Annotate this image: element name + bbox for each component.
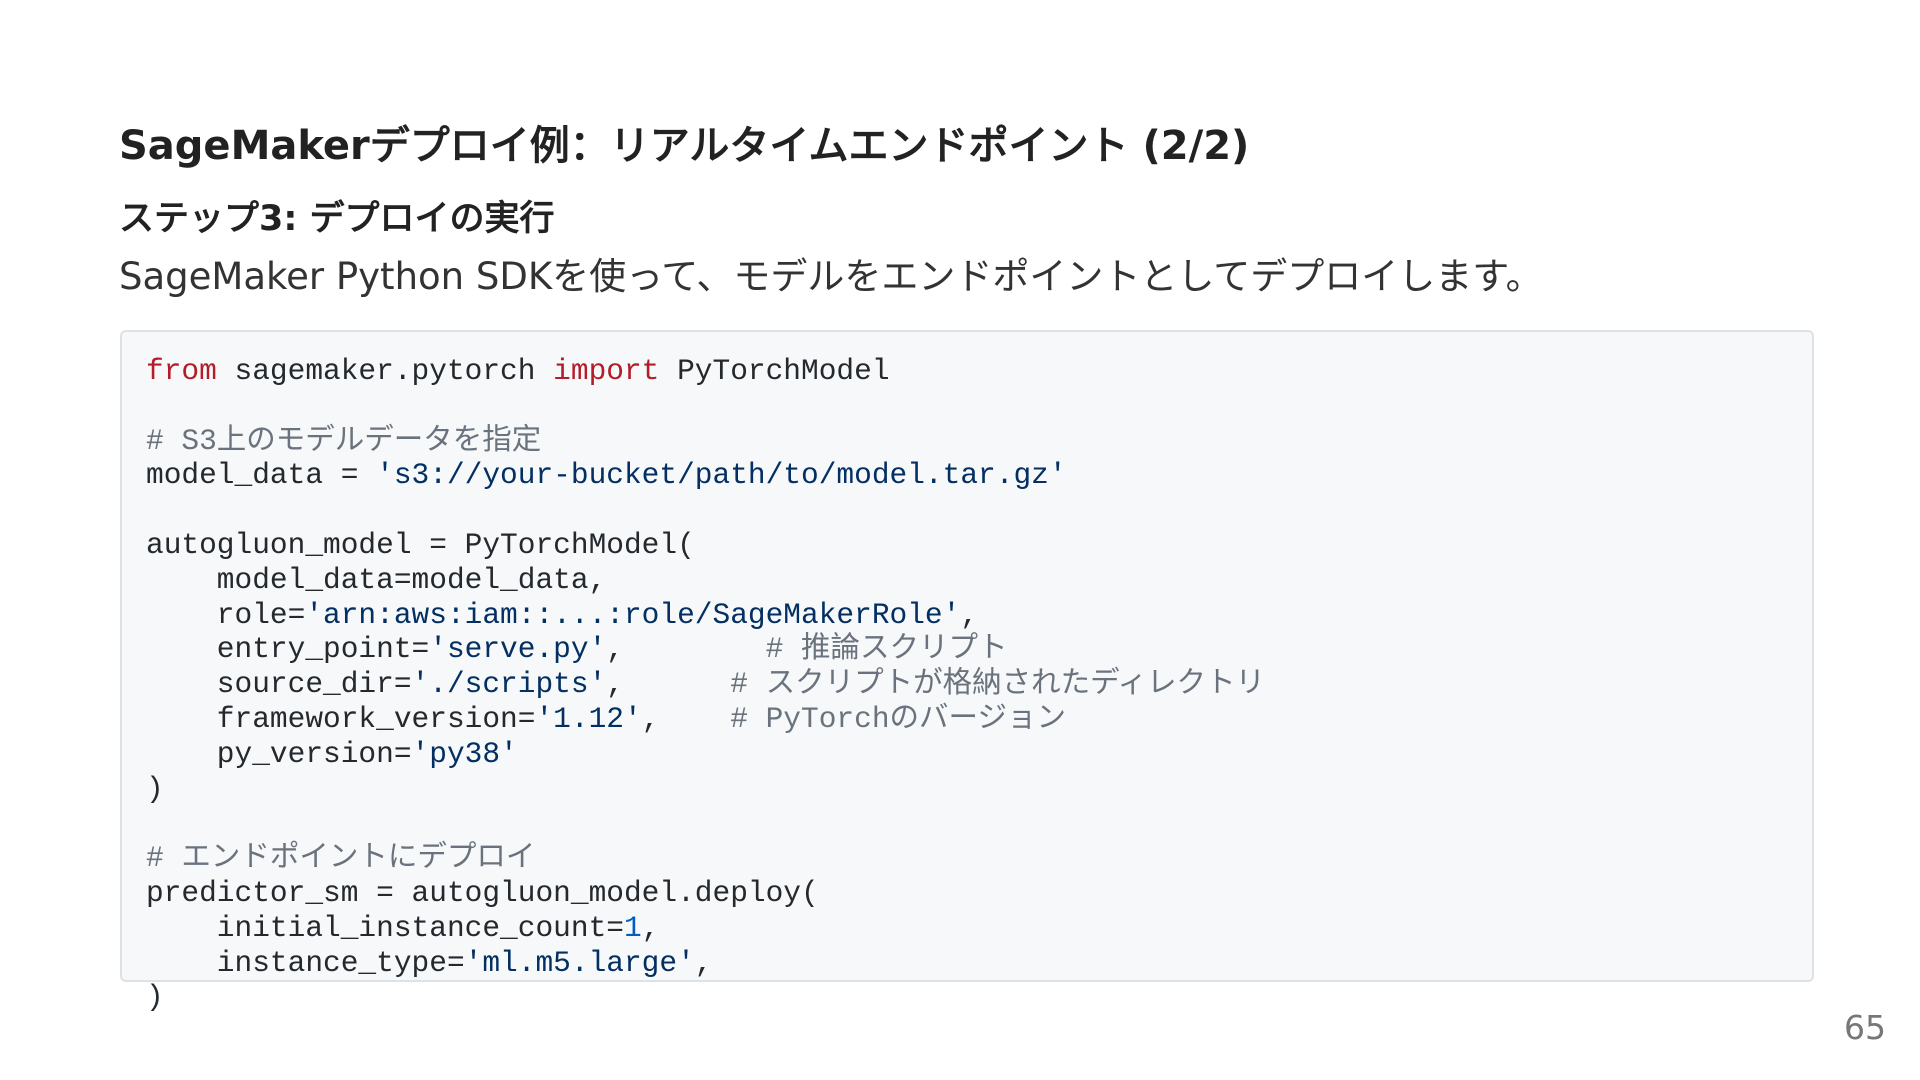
code-token-plain: sagemaker.pytorch: [216, 354, 554, 388]
code-token-str: 'arn:aws:iam::...:role/SageMakerRole': [305, 597, 961, 632]
code-token-comment: # S3上のモデルデータを指定: [146, 423, 542, 458]
code-token-plain: autogluon_model = PyTorchModel(: [146, 527, 695, 562]
code-token-plain: ,: [606, 632, 766, 667]
slide-title: SageMakerデプロイ例：リアルタイムエンドポイント (2/2): [119, 123, 1250, 169]
code-token-plain: instance_type=: [146, 945, 465, 980]
code-token-str: 'ml.m5.large': [464, 945, 695, 980]
code-token-kw: import: [553, 354, 660, 388]
code-token-comment: # 推論スクリプト: [765, 632, 1008, 667]
code-line: ): [146, 980, 1265, 1015]
code-token-plain: entry_point=: [146, 632, 430, 667]
code-token-plain: ): [146, 980, 164, 1015]
code-token-plain: framework_version=: [146, 701, 536, 736]
code-token-str: './scripts': [411, 667, 607, 702]
code-line: entry_point='serve.py', # 推論スクリプト: [146, 632, 1265, 667]
code-line: model_data=model_data,: [146, 563, 1265, 598]
code-token-str: 's3://your-bucket/path/to/model.tar.gz': [376, 458, 1067, 493]
code-token-comment: # PyTorchのバージョン: [730, 701, 1066, 736]
code-token-str: 'serve.py': [429, 632, 607, 667]
code-token-kw: from: [146, 354, 217, 388]
code-line: autogluon_model = PyTorchModel(: [146, 528, 1265, 563]
code-token-plain: model_data =: [146, 458, 377, 493]
code-token-plain: PyTorchModel: [659, 354, 890, 388]
code-token-str: 'py38': [411, 736, 518, 771]
code-token-comment: # スクリプトが格納されたディレクトリ: [730, 667, 1266, 702]
code-line: role='arn:aws:iam::...:role/SageMakerRol…: [146, 598, 1265, 633]
code-token-plain: predictor_sm = autogluon_model.deploy(: [146, 875, 819, 910]
code-token-plain: ,: [606, 667, 731, 702]
code-line: model_data = 's3://your-bucket/path/to/m…: [146, 458, 1265, 493]
code-token-plain: py_version=: [146, 736, 412, 771]
code-line: ): [146, 772, 1265, 807]
code-line: source_dir='./scripts', # スクリプトが格納されたディレ…: [146, 667, 1265, 702]
code-line: # エンドポイントにデプロイ: [146, 841, 1265, 876]
code-line: initial_instance_count=1,: [146, 911, 1265, 946]
code-token-plain: ): [146, 771, 164, 806]
code-line: framework_version='1.12', # PyTorchのバージョ…: [146, 702, 1265, 737]
code-line: from sagemaker.pytorch import PyTorchMod…: [146, 354, 1265, 389]
code-line: # S3上のモデルデータを指定: [146, 424, 1265, 459]
code-block: from sagemaker.pytorch import PyTorchMod…: [120, 330, 1814, 1014]
section-heading: ステップ3: デプロイの実行: [119, 199, 555, 239]
slide-description: SageMaker Python SDKを使って、モデルをエンドポイントとしてデ…: [119, 255, 1543, 298]
code-token-plain: role=: [146, 597, 306, 632]
code-line: py_version='py38': [146, 737, 1265, 772]
code-lines: from sagemaker.pytorch import PyTorchMod…: [146, 354, 1265, 1015]
code-token-plain: source_dir=: [146, 667, 412, 702]
page-number: 65: [1844, 1008, 1886, 1047]
code-token-plain: ,: [960, 597, 979, 632]
code-token-plain: ,: [641, 910, 660, 945]
code-token-plain: model_data=model_data,: [146, 562, 607, 597]
code-token-plain: ,: [641, 701, 731, 736]
code-line: predictor_sm = autogluon_model.deploy(: [146, 876, 1265, 911]
code-token-plain: ,: [694, 945, 713, 980]
code-token-num: 1: [623, 910, 642, 945]
code-token-str: '1.12': [535, 701, 642, 736]
code-line: instance_type='ml.m5.large',: [146, 946, 1265, 981]
code-token-comment: # エンドポイントにデプロイ: [146, 841, 536, 876]
code-token-plain: initial_instance_count=: [146, 910, 624, 945]
